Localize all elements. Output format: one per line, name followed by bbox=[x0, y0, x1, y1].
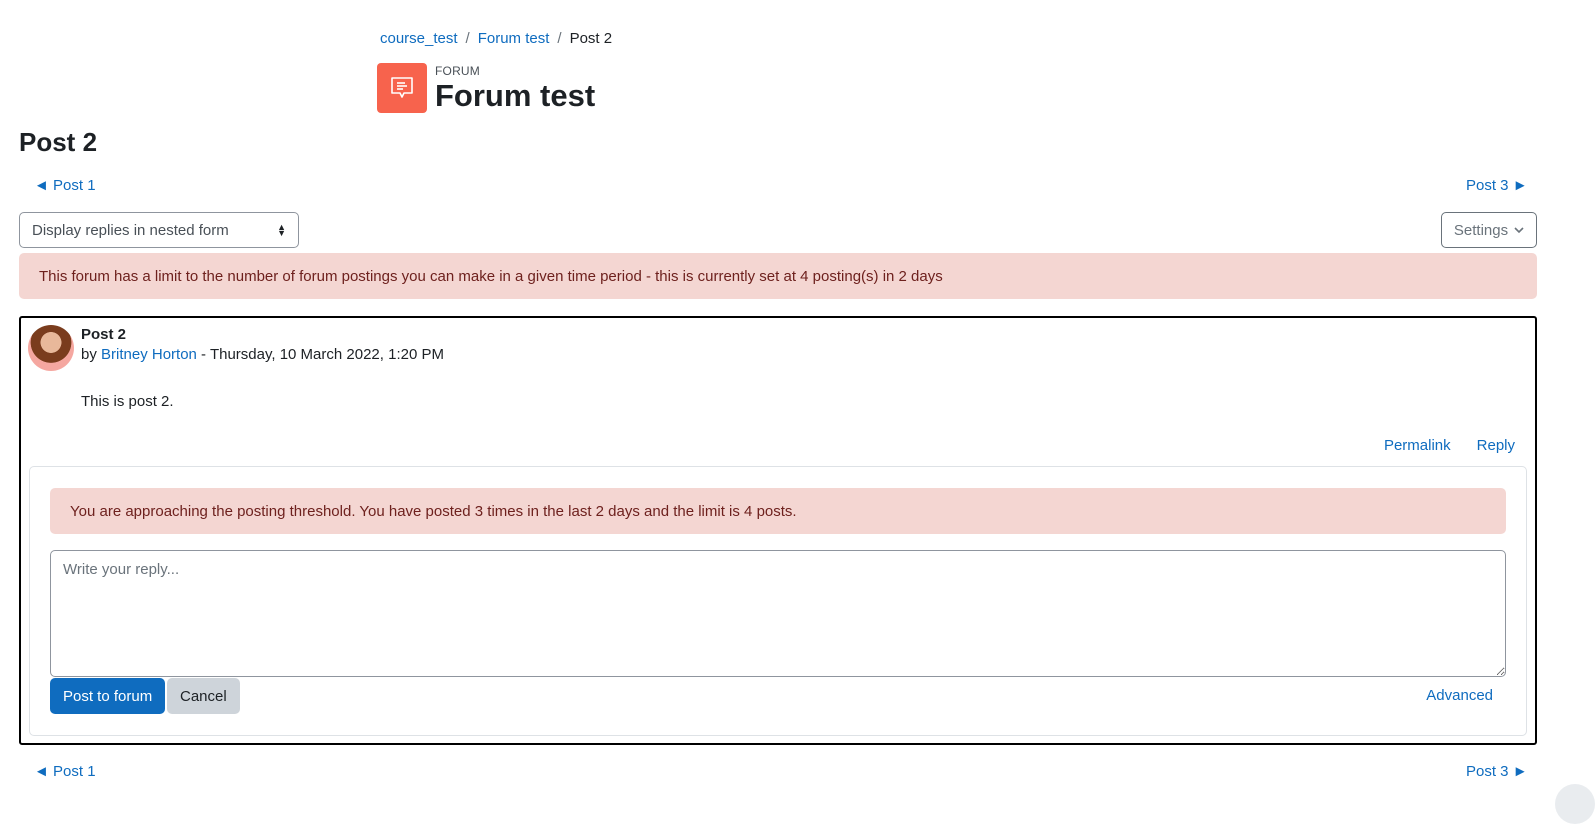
posting-threshold-alert-text: You are approaching the posting threshol… bbox=[70, 502, 797, 520]
post-to-forum-button[interactable]: Post to forum bbox=[50, 678, 166, 714]
activity-header: FORUM Forum test bbox=[377, 63, 595, 114]
breadcrumb-current: Post 2 bbox=[569, 30, 613, 47]
post-byline: by Britney Horton - Thursday, 10 March 2… bbox=[81, 346, 444, 363]
breadcrumb-separator: / bbox=[557, 30, 562, 47]
scroll-to-top-button[interactable] bbox=[1555, 784, 1595, 824]
reply-textarea[interactable] bbox=[50, 550, 1506, 677]
inline-reply-form: You are approaching the posting threshol… bbox=[29, 466, 1527, 736]
post-subject: Post 2 bbox=[81, 326, 127, 343]
activity-type-label: FORUM bbox=[435, 64, 480, 78]
settings-label: Settings bbox=[1453, 221, 1509, 239]
activity-title: Forum test bbox=[435, 78, 596, 113]
prev-post-link[interactable]: ◄ Post 1 bbox=[34, 177, 96, 194]
page-title: Post 2 bbox=[19, 127, 98, 157]
breadcrumb-separator: / bbox=[465, 30, 470, 47]
posting-threshold-alert: You are approaching the posting threshol… bbox=[50, 488, 1506, 534]
avatar[interactable] bbox=[28, 325, 74, 371]
cancel-button[interactable]: Cancel bbox=[167, 678, 240, 714]
display-mode-select[interactable]: Display replies in nested form ▲ ▼ bbox=[19, 212, 299, 248]
select-arrows-icon: ▲ ▼ bbox=[277, 222, 286, 238]
forum-icon bbox=[377, 63, 427, 113]
breadcrumb: course_test / Forum test / Post 2 bbox=[380, 30, 612, 47]
post-actions: Permalink Reply bbox=[1384, 437, 1515, 454]
post-author-link[interactable]: Britney Horton bbox=[101, 346, 197, 363]
forum-limit-alert-text: This forum has a limit to the number of … bbox=[39, 267, 943, 285]
post-date: - Thursday, 10 March 2022, 1:20 PM bbox=[196, 346, 444, 363]
next-post-link-bottom[interactable]: Post 3 ► bbox=[1466, 763, 1528, 780]
post-card: Post 2 by Britney Horton - Thursday, 10 … bbox=[19, 316, 1537, 745]
breadcrumb-link-course[interactable]: course_test bbox=[380, 30, 458, 47]
reply-link[interactable]: Reply bbox=[1477, 437, 1515, 454]
forum-limit-alert: This forum has a limit to the number of … bbox=[19, 253, 1537, 299]
byline-prefix: by bbox=[81, 346, 97, 363]
next-post-link[interactable]: Post 3 ► bbox=[1466, 177, 1528, 194]
post-content: This is post 2. bbox=[81, 393, 174, 410]
advanced-link[interactable]: Advanced bbox=[1426, 687, 1493, 704]
permalink-link[interactable]: Permalink bbox=[1384, 437, 1451, 454]
settings-button[interactable]: Settings bbox=[1441, 212, 1537, 248]
display-mode-selected: Display replies in nested form bbox=[32, 221, 229, 239]
breadcrumb-link-forum[interactable]: Forum test bbox=[478, 30, 550, 47]
chevron-down-icon bbox=[1514, 226, 1524, 233]
prev-post-link-bottom[interactable]: ◄ Post 1 bbox=[34, 763, 96, 780]
